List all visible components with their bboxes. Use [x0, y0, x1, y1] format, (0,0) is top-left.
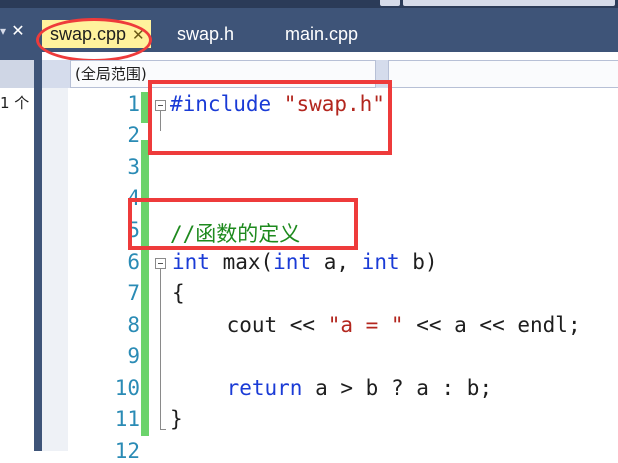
top-strip	[403, 0, 615, 6]
left-panel: ▾ ✕ 1 个	[0, 8, 34, 451]
tab-bar: swap.cpp ✕ swap.h main.cpp	[42, 8, 618, 52]
code-token: b)	[399, 250, 438, 274]
code-token: a > b ? a : b;	[302, 376, 493, 400]
fold-guide-end	[160, 429, 166, 430]
left-panel-header: ▾ ✕	[0, 8, 34, 60]
fold-toggle-icon[interactable]	[155, 100, 166, 111]
code-token: //函数的定义	[170, 222, 301, 246]
line-number: 7	[127, 281, 140, 305]
code-line-11: }	[170, 407, 183, 431]
line-number: 9	[127, 344, 140, 368]
fold-guide	[160, 269, 161, 429]
line-number: 10	[114, 376, 140, 400]
top-strip	[380, 0, 400, 6]
editor-margin	[42, 88, 68, 451]
navigation-bar: (全局范围)	[42, 60, 618, 88]
tab-label: swap.h	[177, 24, 235, 44]
code-token: }	[170, 407, 183, 431]
code-token: cout <<	[176, 313, 328, 337]
close-icon[interactable]: ✕	[132, 22, 145, 50]
code-token: a,	[311, 250, 362, 274]
line-number: 1	[127, 92, 140, 116]
code-token: int	[273, 250, 312, 274]
tab-swap-h[interactable]: swap.h	[177, 20, 234, 48]
code-token: max(	[209, 250, 274, 274]
code-token: << a << endl;	[403, 313, 581, 337]
fold-toggle-icon[interactable]	[155, 258, 166, 269]
code-token: #include	[170, 92, 284, 116]
left-panel-toolbar	[0, 60, 34, 88]
title-bar-strip	[0, 0, 618, 8]
line-number: 2	[127, 123, 140, 147]
code-line-8: cout << "a = " << a << endl;	[176, 313, 581, 337]
code-line-5: //函数的定义	[170, 218, 300, 248]
code-token: "a = "	[327, 313, 404, 337]
tab-label: swap.cpp	[50, 24, 127, 44]
line-number: 12	[114, 439, 140, 463]
tab-main-cpp[interactable]: main.cpp	[285, 20, 358, 48]
panel-splitter[interactable]	[34, 8, 42, 451]
scope-dropdown[interactable]: (全局范围)	[70, 60, 376, 88]
line-number: 6	[127, 250, 140, 274]
tab-swap-cpp[interactable]: swap.cpp ✕	[42, 20, 151, 48]
line-number: 11	[114, 407, 140, 431]
line-number: 8	[127, 313, 140, 337]
code-line-1: #include "swap.h"	[170, 92, 385, 116]
code-line-6: int max(int a, int b)	[172, 250, 438, 274]
tab-label: main.cpp	[285, 24, 359, 44]
line-number: 3	[127, 155, 140, 179]
code-token: int	[172, 250, 210, 274]
code-line-7: {	[172, 281, 185, 305]
close-icon[interactable]: ✕	[9, 22, 27, 40]
result-count: 1 个	[0, 94, 30, 112]
code-line-10: return a > b ? a : b;	[176, 376, 493, 400]
line-number: 4	[127, 186, 140, 210]
change-indicator	[141, 140, 149, 436]
line-number: 5	[127, 218, 140, 242]
pin-icon[interactable]: ▾	[0, 24, 8, 38]
code-token: int	[361, 250, 400, 274]
code-token: "swap.h"	[283, 92, 385, 116]
code-token: return	[226, 376, 303, 400]
member-dropdown[interactable]	[388, 60, 618, 88]
code-token: {	[172, 281, 185, 305]
change-indicator	[141, 92, 149, 123]
fold-guide	[160, 111, 161, 131]
